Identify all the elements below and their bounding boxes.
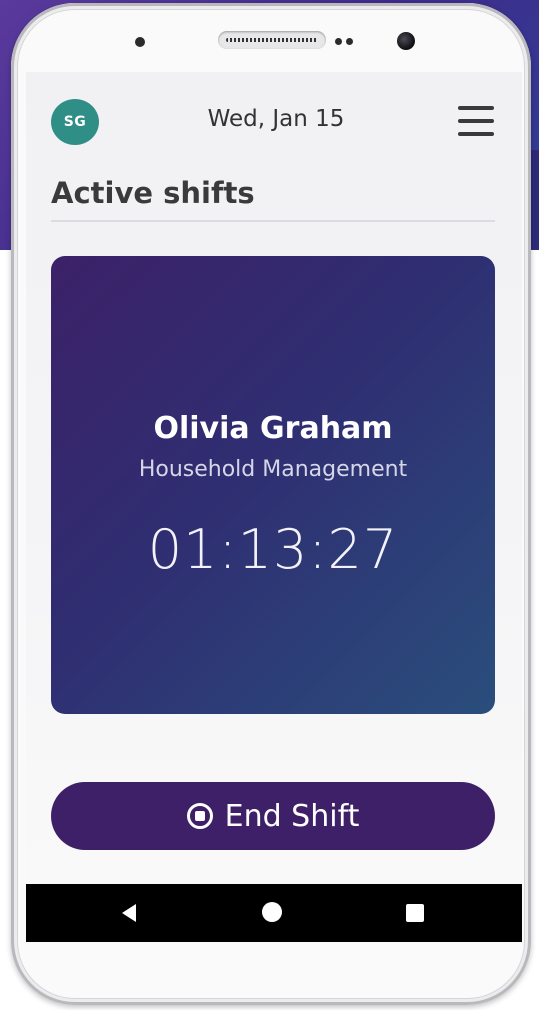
app-header: SG Wed, Jan 15 — [26, 72, 522, 172]
sensor-dot — [335, 38, 342, 45]
home-circle-icon[interactable] — [262, 902, 282, 922]
title-divider — [51, 220, 495, 222]
shift-employee-name: Olivia Graham — [153, 411, 393, 446]
app-screen: SG Wed, Jan 15 Active shifts Olivia Grah… — [26, 72, 522, 942]
recents-square-icon[interactable] — [406, 904, 424, 922]
page-title: Active shifts — [51, 176, 255, 210]
active-shift-card[interactable]: Olivia Graham Household Management 01:13… — [51, 256, 495, 714]
header-date: Wed, Jan 15 — [207, 106, 345, 132]
android-nav-bar — [26, 884, 522, 942]
end-shift-label: End Shift — [224, 798, 360, 834]
stop-circle-icon — [186, 803, 213, 829]
sensor-dot — [346, 38, 353, 45]
menu-line — [458, 106, 494, 110]
proximity-sensor — [135, 37, 145, 47]
shift-timer: 01:13:27 — [147, 518, 399, 581]
menu-line — [458, 132, 494, 136]
end-shift-button[interactable]: End Shift — [51, 782, 495, 850]
avatar[interactable]: SG — [51, 99, 99, 145]
hamburger-menu-icon[interactable] — [458, 106, 494, 136]
back-triangle-icon[interactable] — [122, 904, 136, 922]
menu-line — [458, 119, 494, 123]
earpiece-speaker — [218, 31, 326, 49]
shift-department: Household Management — [138, 457, 408, 482]
front-camera — [397, 32, 415, 50]
